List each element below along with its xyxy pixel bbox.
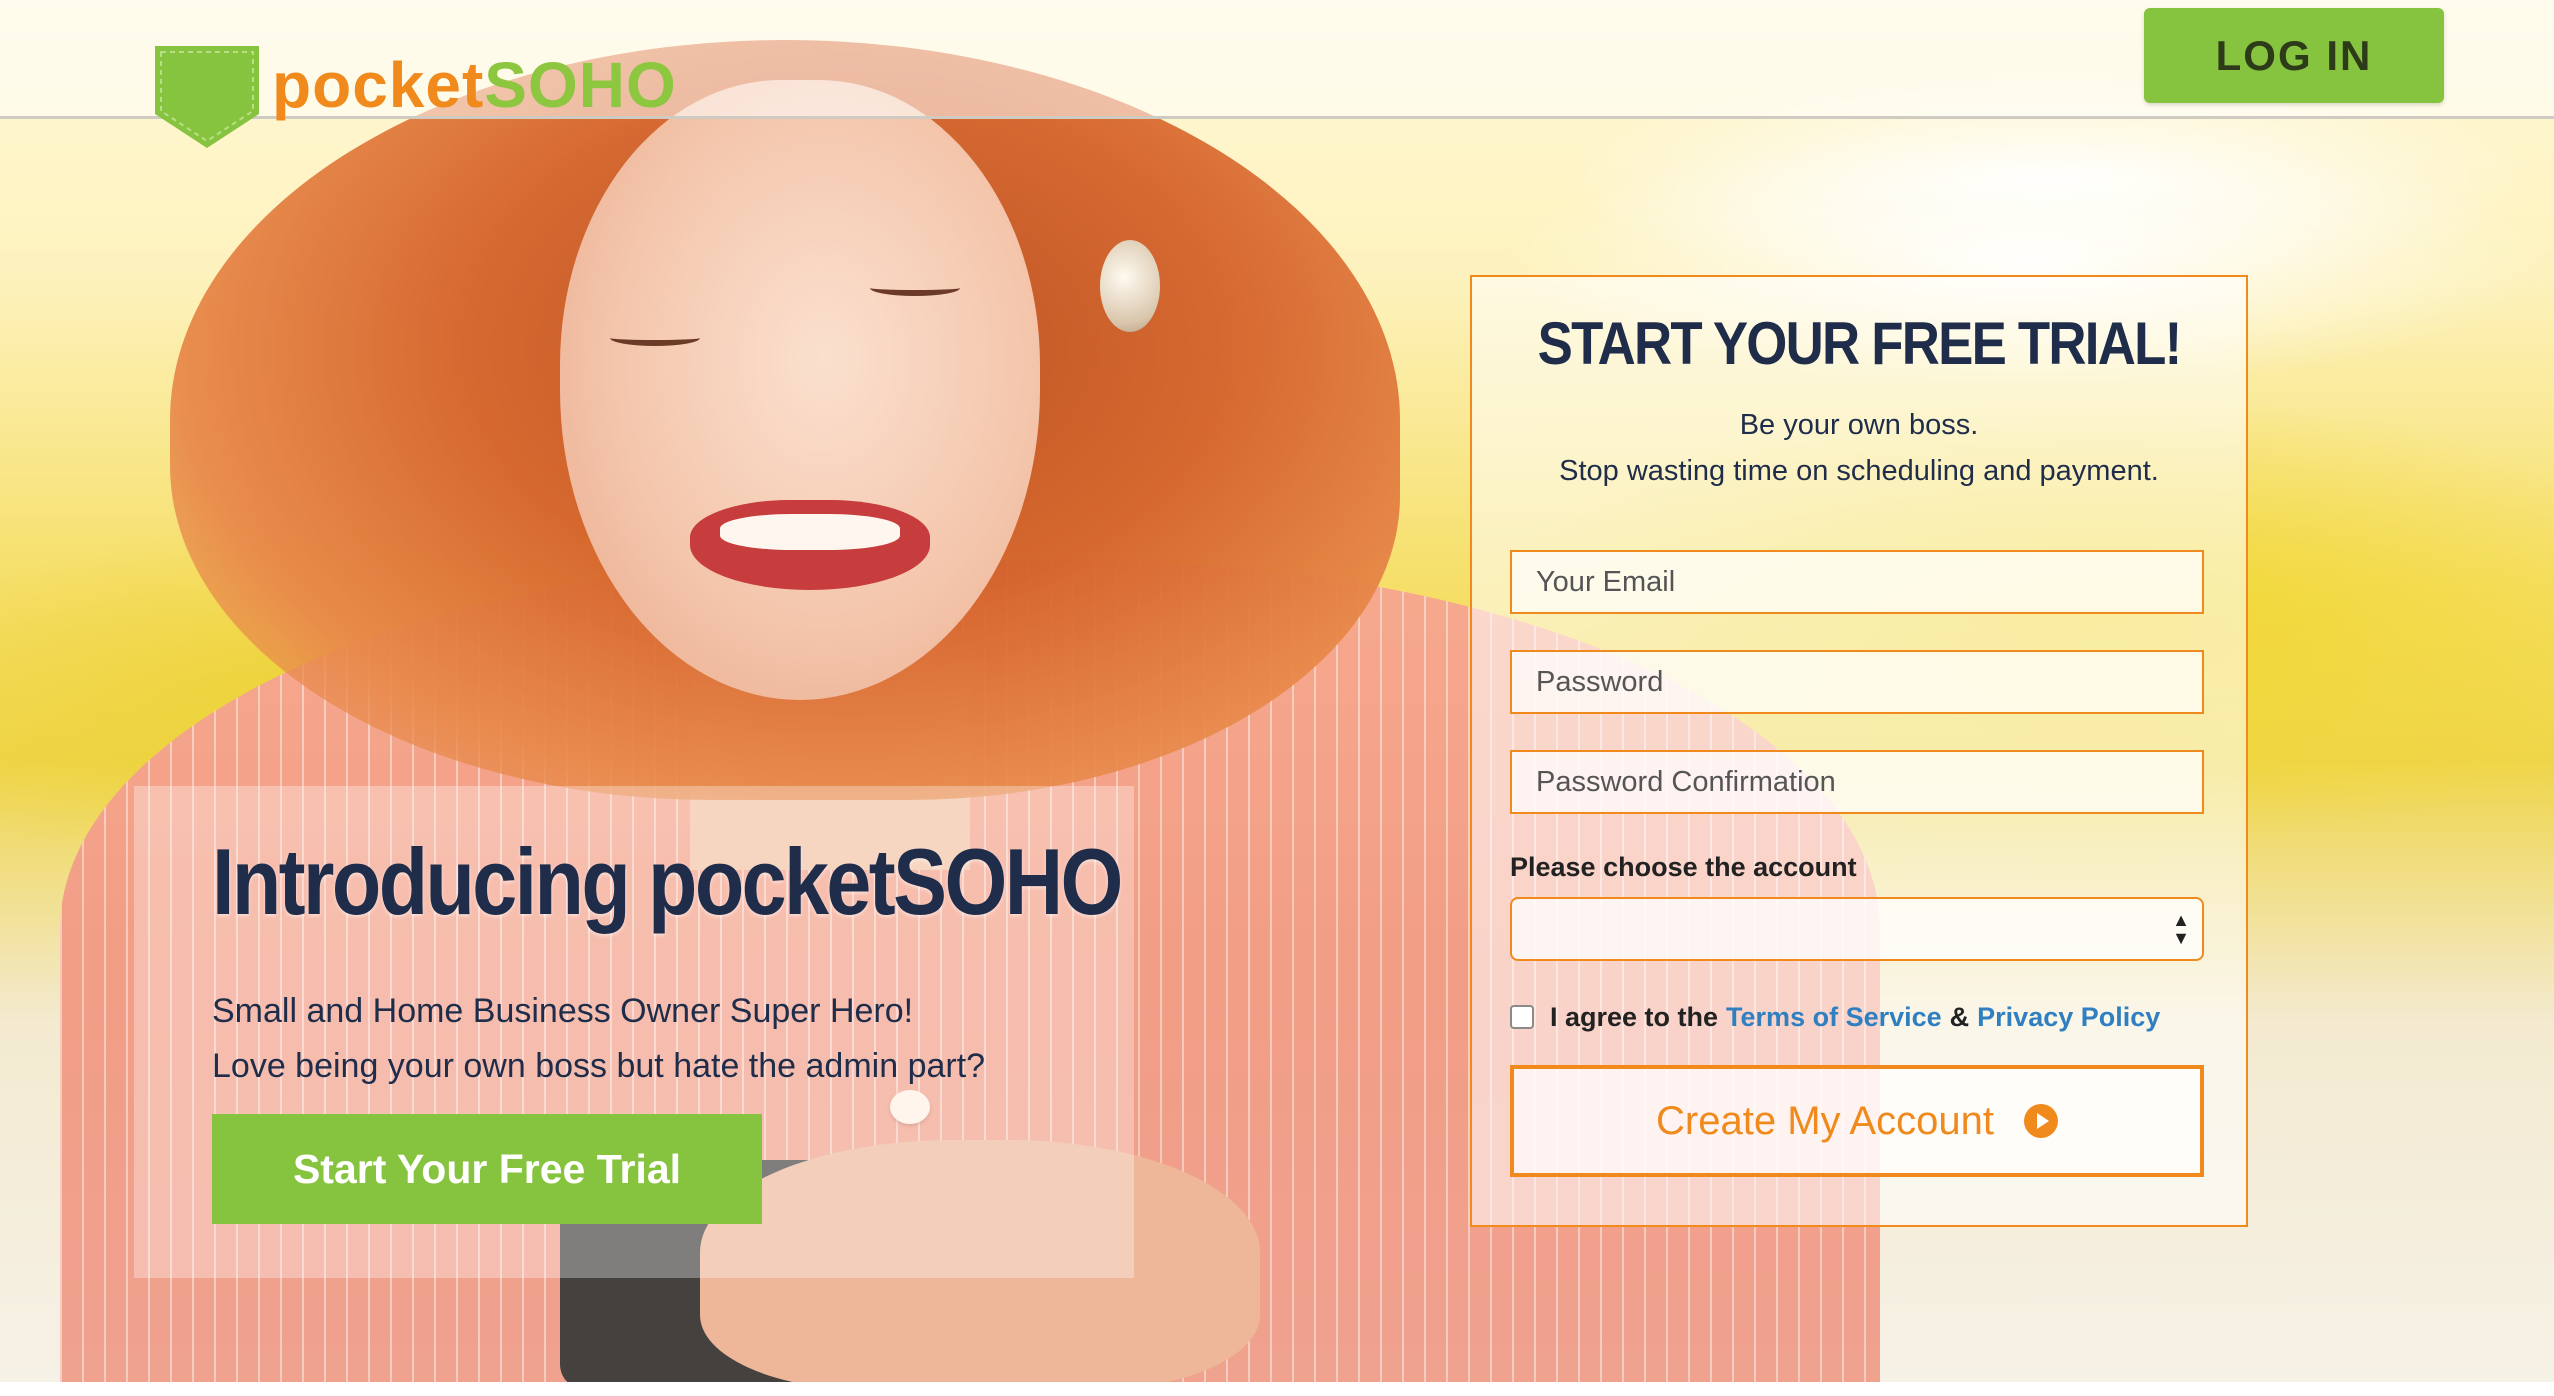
form-subtitle: Be your own boss. (1739, 409, 1979, 441)
password-confirmation-input[interactable] (1510, 750, 2204, 814)
intro-question: Love being your own boss but hate the ad… (212, 1047, 986, 1085)
form-subtitle-2: Stop wasting time on scheduling and paym… (1559, 455, 2159, 487)
intro-title: Introducing pocketSOHO (212, 829, 1123, 934)
pocket-shield-icon[interactable] (153, 44, 261, 150)
agree-joiner-text: & (1949, 1001, 1970, 1032)
logo-text-soho: SOHO (484, 49, 677, 121)
terms-agreement-row: I agree to the Terms of Service & Privac… (1510, 997, 2160, 1037)
terms-checkbox[interactable] (1510, 1005, 1534, 1029)
password-input[interactable] (1510, 650, 2204, 714)
right-eye (870, 280, 960, 296)
signup-form: START YOUR FREE TRIAL! Be your own boss.… (1470, 275, 2248, 1227)
earring-shape (1100, 240, 1160, 332)
intro-tagline: Small and Home Business Owner Super Hero… (212, 992, 914, 1030)
account-select[interactable]: ▲ ▼ (1510, 897, 2204, 961)
left-eye (610, 330, 700, 346)
create-account-label: Create My Account (1656, 1098, 1994, 1143)
smile-shape (690, 500, 930, 590)
intro-panel: Introducing pocketSOHO Small and Home Bu… (134, 786, 1134, 1278)
account-select-label: Please choose the account (1510, 852, 1857, 882)
updown-arrows-icon: ▲ ▼ (2172, 910, 2190, 948)
logo-text-pocket: pocket (272, 49, 485, 121)
form-title: START YOUR FREE TRIAL! (1537, 310, 2183, 377)
play-circle-icon (2023, 1104, 2058, 1138)
face-shape (560, 80, 1040, 700)
brand-logo[interactable]: pocketSOHO (272, 40, 677, 130)
privacy-policy-link[interactable]: Privacy Policy (1977, 1002, 2160, 1033)
teeth-shape (720, 514, 900, 550)
email-input[interactable] (1510, 550, 2204, 614)
login-button[interactable]: LOG IN (2144, 8, 2444, 103)
agree-prefix-text: I agree to the (1550, 1001, 1719, 1032)
start-free-trial-button[interactable]: Start Your Free Trial (212, 1114, 762, 1224)
create-account-button[interactable]: Create My Account (1510, 1065, 2204, 1177)
terms-of-service-link[interactable]: Terms of Service (1726, 1002, 1942, 1033)
